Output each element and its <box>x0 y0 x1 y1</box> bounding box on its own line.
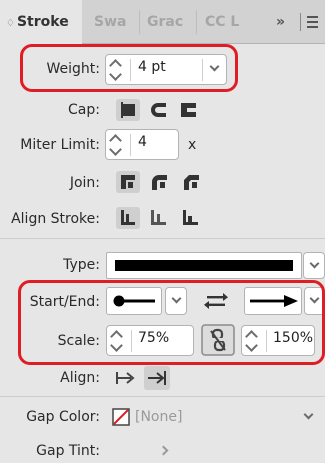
gap-tint-label: Gap Tint: <box>36 443 100 459</box>
more-tabs-button[interactable]: » <box>276 0 285 44</box>
join-label: Join: <box>69 175 100 191</box>
miter-limit-value[interactable]: 4 <box>138 134 147 150</box>
align-stroke-center-icon[interactable] <box>115 206 141 230</box>
start-end-scale-highlight <box>18 280 325 365</box>
align-label: Align: <box>60 370 100 386</box>
stroke-type-dropdown-button[interactable] <box>303 252 325 279</box>
tab-collapse-arrows-icon[interactable]: ♢ <box>6 18 15 29</box>
miter-limit-suffix: x <box>188 137 197 153</box>
stroke-type-dropdown[interactable] <box>106 252 302 279</box>
cap-label: Cap: <box>68 102 100 118</box>
align-stroke-label: Align Stroke: <box>11 211 100 227</box>
miter-limit-field[interactable]: 4 <box>105 129 179 160</box>
none-swatch-icon <box>112 408 130 426</box>
align-stroke-inside-icon[interactable] <box>148 207 170 229</box>
gap-color-value[interactable]: [None] <box>135 409 182 425</box>
chevron-down-icon <box>309 258 320 269</box>
panel-tab-bar: ♢ Stroke Swa Grac CC L » <box>0 0 325 44</box>
miter-limit-label: Miter Limit: <box>20 137 100 153</box>
align-stroke-outside-icon[interactable] <box>180 207 202 229</box>
tab-divider <box>139 10 140 34</box>
tab-divider <box>196 10 197 34</box>
miter-join-icon[interactable] <box>115 170 141 194</box>
type-label: Type: <box>63 257 100 273</box>
tab-swatches[interactable]: Swa <box>94 0 134 44</box>
arrow-tip-at-path-end-icon[interactable] <box>143 365 171 391</box>
weight-highlight <box>20 44 238 92</box>
arrow-tip-beyond-path-icon[interactable] <box>112 366 138 390</box>
miter-stepper-icon[interactable] <box>110 133 122 157</box>
tab-stroke[interactable]: ♢ Stroke <box>0 0 82 44</box>
panel-menu-icon[interactable] <box>307 16 318 28</box>
section-divider <box>0 238 325 239</box>
tab-gradient[interactable]: Grac <box>147 0 191 44</box>
butt-cap-icon[interactable] <box>115 98 141 122</box>
stroke-panel: ♢ Stroke Swa Grac CC L » Weight: 4 pt Cap… <box>0 0 325 463</box>
gap-color-label: Gap Color: <box>26 409 100 425</box>
field-separator <box>130 134 131 156</box>
bevel-join-icon[interactable] <box>180 171 202 193</box>
section-divider <box>0 396 325 397</box>
round-cap-icon[interactable] <box>148 99 168 121</box>
projecting-cap-icon[interactable] <box>178 99 198 121</box>
tab-stroke-label: Stroke <box>16 14 69 30</box>
tab-cc-libraries[interactable]: CC L <box>205 0 247 44</box>
gap-color-dropdown-chevron-icon[interactable] <box>303 409 314 420</box>
tabbar-divider <box>300 13 301 31</box>
solid-stroke-swatch <box>115 260 293 271</box>
gap-tint-slider-chevron-icon[interactable] <box>158 445 169 456</box>
round-join-icon[interactable] <box>148 171 170 193</box>
